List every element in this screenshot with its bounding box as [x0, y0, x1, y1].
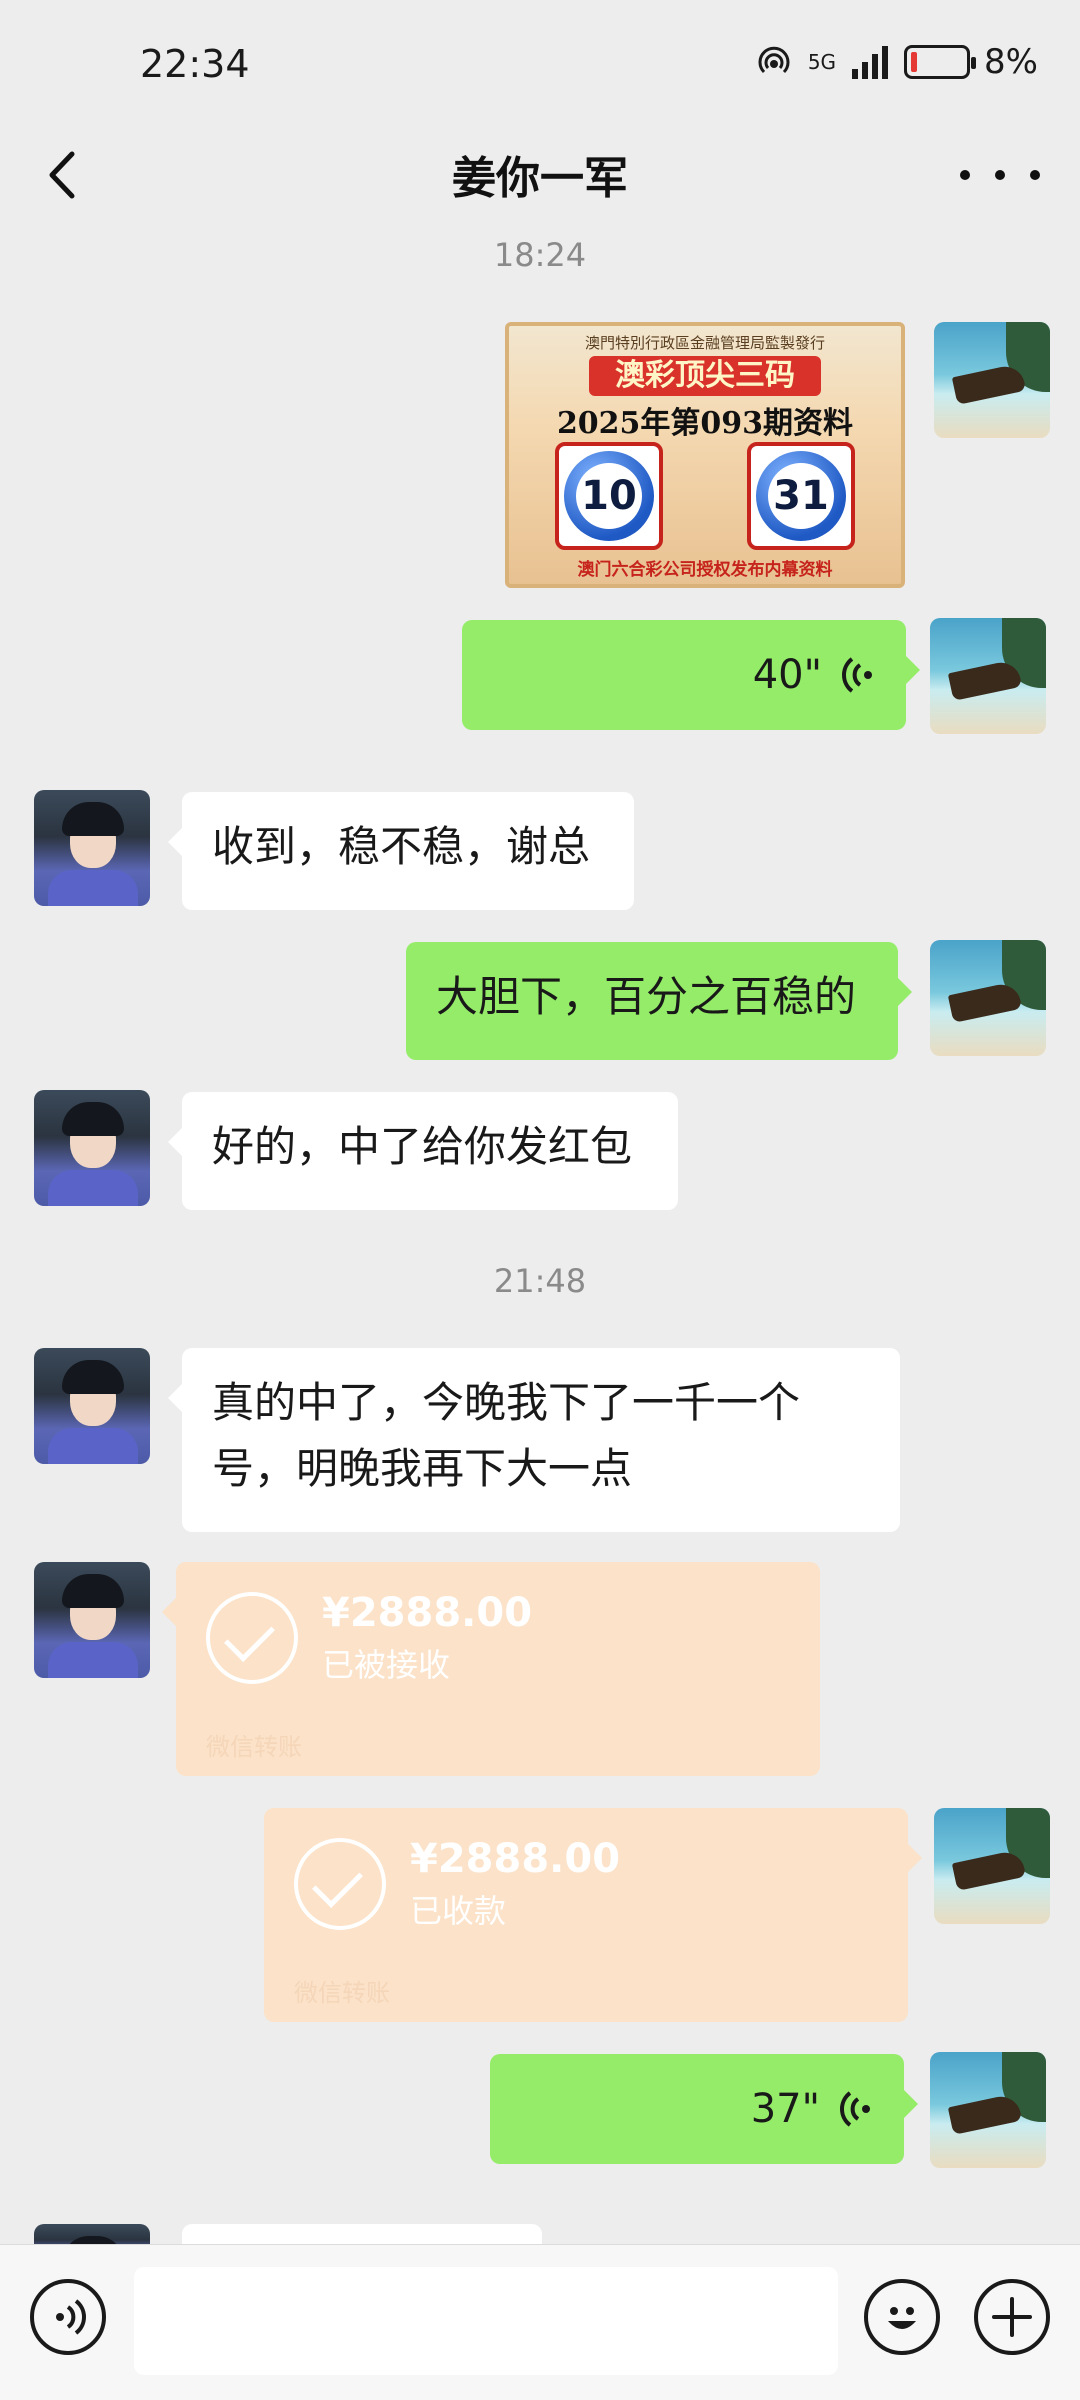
transfer-card[interactable]: ¥2888.00 已被接收 微信转账 [162, 1562, 820, 1776]
hotspot-icon [758, 46, 790, 74]
friend-avatar[interactable] [34, 1348, 150, 1464]
input-bar [0, 2244, 1080, 2400]
my-avatar[interactable] [930, 618, 1046, 734]
incoming-message[interactable]: 收到，稳不稳，谢总 [168, 792, 634, 910]
friend-avatar[interactable] [34, 790, 150, 906]
emoji-icon [888, 2307, 916, 2329]
voice-message[interactable]: 37" [490, 2054, 918, 2164]
chat-screen: 22:34 5G 8% 姜你一军 18:24 澳門特別行政區金融管理局監製發行 … [0, 0, 1080, 2400]
check-circle-icon [206, 1592, 298, 1684]
lottery-ball: 31 [747, 442, 855, 550]
dot-icon [1030, 170, 1040, 180]
image-top-text: 澳門特別行政區金融管理局監製發行 [584, 334, 825, 352]
status-bar: 22:34 5G 8% [0, 0, 1080, 130]
transfer-amount: ¥2888.00 [322, 1590, 533, 1636]
more-actions-button[interactable] [974, 2279, 1050, 2355]
timestamp: 21:48 [493, 1262, 587, 1300]
friend-avatar[interactable] [34, 1562, 150, 1678]
battery-icon [904, 45, 977, 79]
plus-icon [992, 2297, 1032, 2337]
chat-title: 姜你一军 [452, 153, 628, 204]
voice-duration: 37" [750, 2086, 820, 2132]
transfer-status: 已被接收 [322, 1646, 451, 1684]
image-bottom-text: 澳门六合彩公司授权发布内幕资料 [577, 560, 833, 580]
outgoing-message[interactable]: 大胆下，百分之百稳的 [406, 942, 912, 1060]
shared-image-message[interactable]: 澳門特別行政區金融管理局監製發行 澳彩顶尖三码 2025年第093期资料 10 … [505, 322, 905, 588]
battery-level: 8% [984, 42, 1038, 82]
voice-input-button[interactable] [30, 2279, 106, 2355]
ball-number: 10 [576, 463, 642, 529]
network-label: 5G [807, 50, 837, 74]
incoming-message[interactable]: 真的中了，今晚我下了一千一个号，明晚我再下大一点 [168, 1348, 900, 1532]
voice-icon [56, 2299, 86, 2335]
more-options-button[interactable] [960, 150, 1040, 200]
transfer-card[interactable]: ¥2888.00 已收款 微信转账 [264, 1808, 922, 2022]
voice-wave-icon [842, 657, 872, 693]
my-avatar[interactable] [930, 2052, 1046, 2168]
timestamp: 18:24 [493, 236, 587, 274]
image-banner: 澳彩顶尖三码 [589, 356, 821, 396]
my-avatar[interactable] [934, 1808, 1050, 1924]
check-circle-icon [294, 1838, 386, 1930]
message-input[interactable] [134, 2267, 838, 2375]
lottery-ball: 10 [555, 442, 663, 550]
voice-duration: 40" [752, 652, 822, 698]
signal-icon [852, 46, 889, 79]
transfer-status: 已收款 [410, 1892, 507, 1930]
voice-message[interactable]: 40" [462, 620, 920, 730]
dot-icon [960, 170, 970, 180]
emoji-button[interactable] [864, 2279, 940, 2355]
nav-bar: 姜你一军 [0, 120, 1080, 230]
image-title: 2025年第093期资料 [556, 406, 854, 441]
my-avatar[interactable] [930, 940, 1046, 1056]
transfer-footer: 微信转账 [294, 1979, 390, 2007]
my-avatar[interactable] [934, 322, 1050, 438]
transfer-footer: 微信转账 [206, 1733, 302, 1761]
dot-icon [995, 170, 1005, 180]
status-time: 22:34 [140, 42, 250, 86]
ball-number: 31 [768, 463, 834, 529]
status-icons: 5G 8% [754, 42, 1038, 82]
incoming-message[interactable]: 好的，中了给你发红包 [168, 1092, 678, 1210]
voice-wave-icon [840, 2091, 870, 2127]
friend-avatar[interactable] [34, 1090, 150, 1206]
transfer-amount: ¥2888.00 [410, 1836, 621, 1882]
